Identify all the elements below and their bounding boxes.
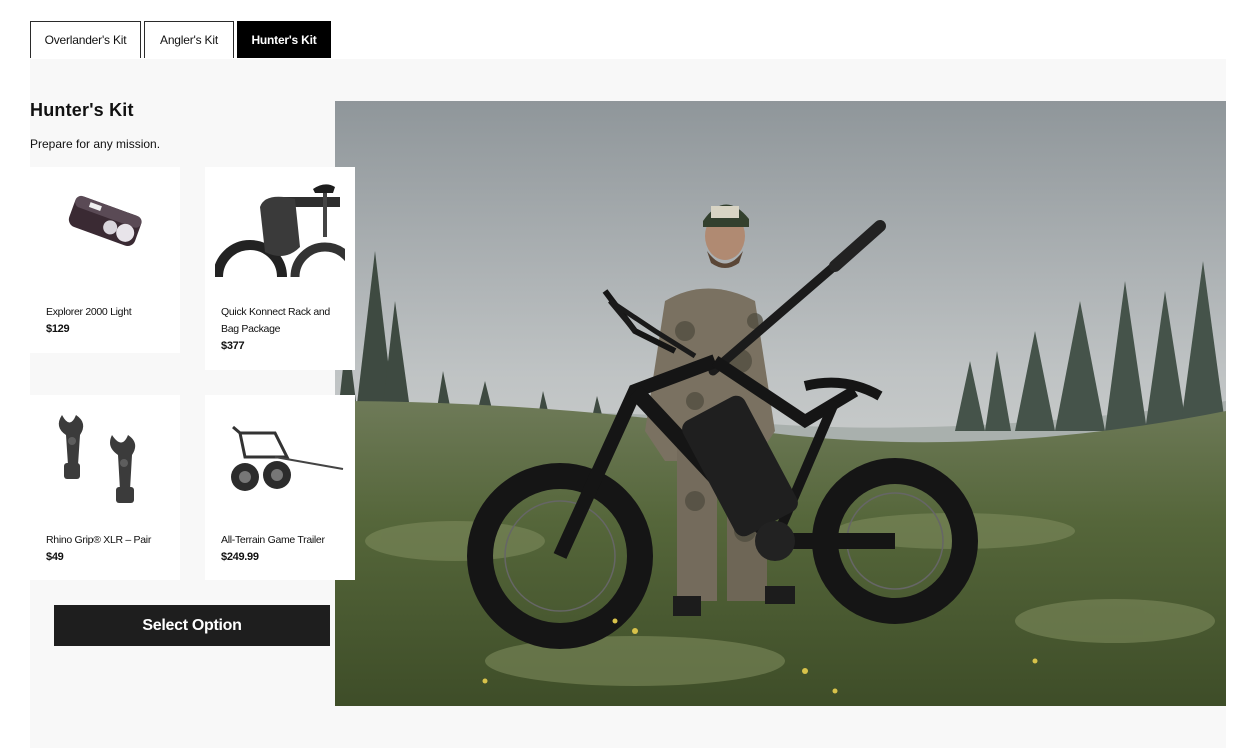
product-price: $49: [46, 551, 64, 563]
tab-anglers-kit[interactable]: Angler's Kit: [144, 21, 234, 58]
product-card[interactable]: Explorer 2000 Light $129: [30, 167, 180, 353]
product-price: $249.99: [221, 551, 259, 563]
hero-image: [335, 101, 1226, 706]
tab-overlanders-kit[interactable]: Overlander's Kit: [30, 21, 141, 58]
game-trailer-icon: [231, 425, 344, 491]
product-name-text: Rhino Grip® XLR – Pair: [46, 534, 152, 546]
tab-hunters-kit[interactable]: Hunter's Kit: [237, 21, 331, 58]
rack-bag-icon: [215, 184, 345, 277]
product-card[interactable]: All-Terrain Game Trailer $249.99: [205, 395, 355, 580]
product-price: $377: [221, 340, 245, 352]
kit-tabs: Overlander's Kit Angler's Kit Hunter's K…: [30, 21, 331, 58]
kit-subtitle: Prepare for any mission.: [30, 137, 161, 151]
select-option-button[interactable]: Select Option: [54, 605, 330, 646]
rhino-grip-icon: [58, 415, 136, 503]
product-card[interactable]: Rhino Grip® XLR – Pair $49: [30, 395, 180, 580]
hero-photo-illustration: [335, 101, 1226, 706]
bike-light-icon: [68, 195, 142, 246]
product-price: $129: [46, 323, 70, 335]
product-card[interactable]: Quick Konnect Rack and Bag Package $377: [205, 167, 355, 370]
product-name: All-Terrain Game Trailer $249.99: [221, 532, 341, 566]
kit-title: Hunter's Kit: [30, 100, 134, 120]
product-name-text: All-Terrain Game Trailer: [221, 534, 325, 546]
product-name: Rhino Grip® XLR – Pair $49: [46, 532, 166, 566]
product-name-text: Explorer 2000 Light: [46, 306, 132, 318]
product-name-text: Quick Konnect Rack and Bag Package: [221, 306, 330, 335]
product-name: Explorer 2000 Light $129: [46, 304, 166, 338]
product-name: Quick Konnect Rack and Bag Package $377: [221, 304, 341, 355]
